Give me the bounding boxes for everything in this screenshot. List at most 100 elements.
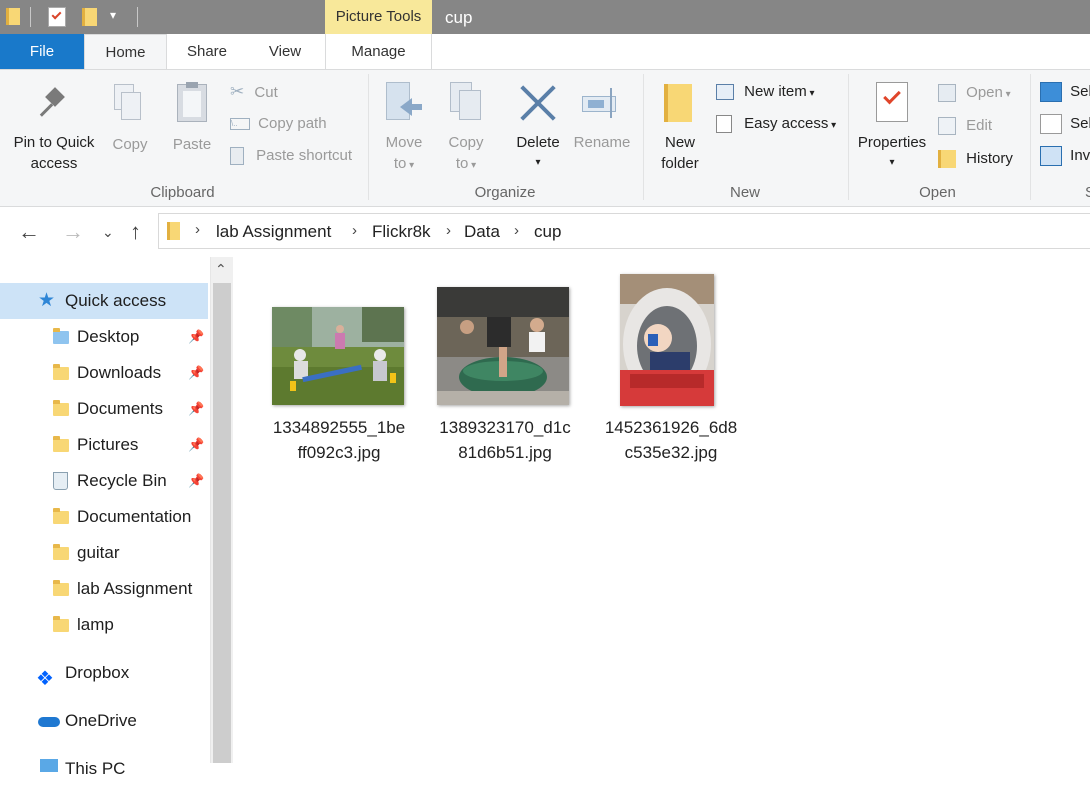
tab-share[interactable]: Share [167,34,247,69]
pictures-folder-icon [53,436,69,452]
nav-onedrive[interactable]: OneDrive [0,703,208,739]
cut-button[interactable]: ✂ Cut [230,82,278,103]
nav-scrollbar[interactable]: ⌃ [210,257,233,763]
delete-dropdown-arrow[interactable]: ▾ [510,152,566,173]
customize-quick-access-icon[interactable]: ▾ [110,8,116,22]
copy-path-icon: \.. [230,118,250,131]
navigation-pane: ★ Quick access Desktop 📌 Downloads 📌 Doc… [0,257,210,778]
scrollbar-thumb[interactable] [213,283,231,763]
tab-home[interactable]: Home [84,34,167,70]
file-name: 1389323170_d1c 81d6b51.jpg [430,415,580,465]
invert-selection-button[interactable]: Inve [1040,146,1090,167]
properties-quick-icon[interactable] [48,7,66,27]
pin-icon[interactable]: 📌 [188,319,204,355]
new-item-button[interactable]: New item ▾ [716,82,815,104]
breadcrumb-separator-icon[interactable]: › [352,222,357,239]
nav-item-pictures[interactable]: Pictures 📌 [0,427,208,463]
chevron-up-icon[interactable]: ⌃ [215,261,227,278]
forward-arrow-icon[interactable]: → [62,219,84,245]
new-folder-quick-icon[interactable] [82,8,97,26]
tab-file[interactable]: File [0,34,84,69]
new-folder-icon [664,84,692,122]
new-folder-button[interactable]: New folder [652,82,708,178]
copy-to-button[interactable]: Copy to ▾ [440,82,492,178]
nav-this-pc[interactable]: This PC [0,751,208,787]
downloads-folder-icon [53,364,69,380]
file-name-line: 1452361926_6d8 [604,418,738,437]
file-item[interactable]: 1452361926_6d8 c535e32.jpg [596,274,746,477]
history-button[interactable]: History [938,149,1013,169]
nav-item-recycle-bin[interactable]: Recycle Bin 📌 [0,463,208,499]
pin-icon[interactable]: 📌 [188,463,204,499]
organize-group-label: Organize [474,184,536,201]
properties-dropdown-arrow[interactable]: ▾ [854,152,930,173]
divider [643,74,644,200]
up-arrow-icon[interactable]: ↑ [130,219,141,245]
breadcrumb-cup[interactable]: cup [534,222,561,242]
folder-icon [6,8,20,25]
tab-manage[interactable]: Manage [325,34,432,69]
select-all-button[interactable]: Sele [1040,82,1090,103]
file-item[interactable]: 1334892555_1be ff092c3.jpg [264,277,414,477]
folder-icon [53,508,69,524]
easy-access-button[interactable]: Easy access ▾ [716,114,836,136]
paste-shortcut-button[interactable]: Paste shortcut [230,146,352,166]
move-to-icon [386,82,422,122]
image-thumbnail [272,307,404,405]
image-thumbnail [437,287,569,405]
tab-view[interactable]: View [247,34,323,69]
delete-x-icon [518,82,558,122]
pin-icon[interactable]: 📌 [188,355,204,391]
nav-item-label: Documentation [77,507,192,526]
paste-button[interactable]: Paste [166,82,218,154]
nav-item-downloads[interactable]: Downloads 📌 [0,355,208,391]
divider [137,7,138,27]
easy-access-label: Easy access [744,115,829,132]
scissors-icon: ✂ [230,82,245,101]
invert-selection-icon [1040,146,1062,167]
file-list: 1334892555_1be ff092c3.jpg 1389323170_d1… [234,257,1090,763]
nav-item-documents[interactable]: Documents 📌 [0,391,208,427]
nav-item-guitar[interactable]: guitar [0,535,208,571]
properties-button[interactable]: Properties ▾ [854,82,930,178]
delete-button[interactable]: Delete ▾ [510,82,566,178]
pin-label-2: access [30,155,78,172]
breadcrumb-flickr8k[interactable]: Flickr8k [372,222,431,242]
back-arrow-icon[interactable]: ← [18,219,40,245]
file-item[interactable]: 1389323170_d1c 81d6b51.jpg [430,277,580,477]
open-label: Open [966,84,1003,101]
move-to-label-2: to [393,155,407,172]
nav-item-documentation[interactable]: Documentation [0,499,208,535]
nav-item-lab-assignment[interactable]: lab Assignment [0,571,208,607]
breadcrumb-data[interactable]: Data [464,222,500,242]
copy-path-button[interactable]: \.. Copy path [230,114,327,134]
select-none-button[interactable]: Sele [1040,114,1090,135]
nav-item-desktop[interactable]: Desktop 📌 [0,319,208,355]
breadcrumb-separator-icon[interactable]: › [195,221,200,238]
pin-icon[interactable]: 📌 [188,391,204,427]
edit-button[interactable]: Edit [938,116,992,136]
move-to-button[interactable]: Move to ▾ [378,82,430,178]
nav-item-label: Documents [77,399,163,418]
nav-item-label: Pictures [77,435,139,454]
rename-button[interactable]: Rename [572,82,632,152]
nav-this-pc-label: This PC [65,759,126,778]
breadcrumb-separator-icon[interactable]: › [514,222,519,239]
nav-quick-access[interactable]: ★ Quick access [0,283,208,319]
file-name-line: 1389323170_d1c [439,418,571,437]
select-none-icon [1040,114,1062,135]
breadcrumb-lab-assignment[interactable]: lab Assignment [216,222,331,242]
recent-locations-chevron-icon[interactable]: ⌄ [102,224,114,241]
nav-dropbox[interactable]: ❖ Dropbox [0,655,208,691]
open-button[interactable]: Open ▾ [938,83,1011,105]
delete-label: Delete [516,134,560,151]
file-name-line: 81d6b51.jpg [458,443,552,462]
pin-to-quick-access-button[interactable]: Pin to Quick access [6,87,102,180]
breadcrumb-separator-icon[interactable]: › [446,222,451,239]
ribbon: Pin to Quick access Copy Paste ✂ Cut \..… [0,69,1090,207]
copy-button[interactable]: Copy [104,84,156,154]
pin-icon[interactable]: 📌 [188,427,204,463]
paste-icon [177,82,207,122]
nav-item-lamp[interactable]: lamp [0,607,208,643]
divider [1030,74,1031,200]
